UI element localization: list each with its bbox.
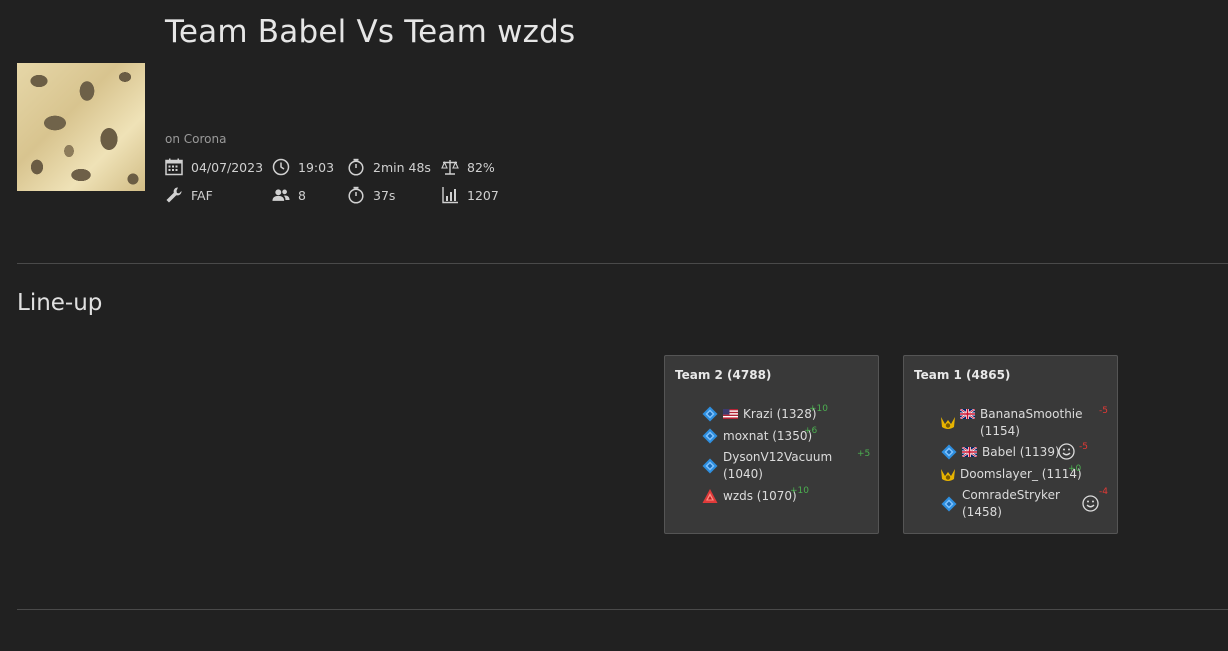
aeon-faction-icon	[702, 458, 718, 474]
player-rating: (1040)	[723, 467, 763, 481]
bar-chart-icon	[442, 187, 458, 204]
us-flag-icon	[723, 409, 738, 419]
duration-value: 2min 48s	[373, 159, 431, 175]
divider	[17, 609, 1228, 610]
stopwatch-icon	[348, 158, 364, 176]
player-rating: (1458)	[962, 505, 1002, 519]
rating-delta: +6	[804, 426, 818, 436]
player-row[interactable]: DysonV12Vacuum (1040)	[723, 449, 832, 483]
player-name: DysonV12Vacuum	[723, 450, 833, 464]
rating-delta: +10	[790, 486, 809, 496]
time-secondary-value: 37s	[373, 187, 396, 203]
gb-flag-icon	[960, 409, 975, 419]
player-row[interactable]: BananaSmoothie (1154)	[960, 406, 1083, 440]
seraphim-faction-icon	[941, 417, 955, 429]
mod-value: FAF	[191, 187, 213, 203]
people-icon	[272, 189, 290, 201]
balance-value: 82%	[467, 159, 495, 175]
player-row[interactable]: moxnat (1350)	[723, 428, 812, 445]
clock-icon	[272, 158, 290, 176]
player-row[interactable]: Krazi (1328)	[723, 406, 817, 423]
mod-info: FAF	[165, 185, 213, 205]
aeon-faction-icon	[702, 406, 718, 422]
player-name: Babel (1139)	[982, 445, 1060, 459]
time-value: 19:03	[298, 159, 335, 175]
time-info-secondary: 37s	[347, 185, 395, 205]
team-card-team-1: Team 1 (4865) BananaSmoothie (1154) -5 B…	[903, 355, 1118, 534]
player-name: Krazi (1328)	[743, 407, 817, 421]
player-row[interactable]: Babel (1139)	[962, 444, 1060, 461]
player-name: moxnat (1350)	[723, 429, 813, 443]
map-name: on Corona	[165, 132, 227, 146]
smiley-avatar-icon	[1058, 443, 1075, 460]
player-name: BananaSmoothie	[980, 407, 1083, 421]
duration-info: 2min 48s	[347, 157, 431, 177]
aeon-faction-icon	[941, 496, 957, 512]
players-info: 8	[272, 185, 306, 205]
team-title: Team 1 (4865)	[914, 368, 1011, 382]
team-title: Team 2 (4788)	[675, 368, 772, 382]
gb-flag-icon	[962, 447, 977, 457]
rating-delta: +10	[809, 404, 828, 414]
rating-info: 1207	[441, 185, 499, 205]
stopwatch-icon	[348, 186, 364, 204]
date-value: 04/07/2023	[191, 159, 264, 175]
rating-value: 1207	[467, 187, 499, 203]
lineup-heading: Line-up	[17, 290, 103, 316]
calendar-icon	[165, 158, 183, 176]
player-row[interactable]: wzds (1070)	[723, 488, 797, 505]
player-name: wzds (1070)	[723, 489, 797, 503]
balance-info: 82%	[441, 157, 495, 177]
scale-icon	[441, 160, 459, 175]
aeon-faction-icon	[702, 428, 718, 444]
time-info: 19:03	[272, 157, 334, 177]
seraphim-faction-icon	[941, 469, 955, 481]
rating-delta: -5	[1099, 406, 1108, 416]
rating-delta: +0	[1068, 464, 1082, 474]
wrench-icon	[166, 187, 182, 203]
player-row[interactable]: ComradeStryker (1458)	[962, 487, 1060, 521]
rating-delta: -4	[1099, 487, 1108, 497]
rating-delta: +5	[857, 449, 871, 459]
aeon-faction-icon	[941, 444, 957, 460]
player-row[interactable]: Doomslayer_ (1114)	[960, 466, 1082, 483]
smiley-avatar-icon	[1082, 495, 1099, 512]
divider	[17, 263, 1228, 264]
game-title: Team Babel Vs Team wzds	[165, 14, 576, 50]
rating-delta: -5	[1079, 442, 1088, 452]
date-info: 04/07/2023	[165, 157, 263, 177]
cybran-faction-icon	[702, 489, 718, 503]
player-name: Doomslayer_ (1114)	[960, 467, 1082, 481]
player-rating: (1154)	[980, 424, 1020, 438]
player-name: ComradeStryker	[962, 488, 1060, 502]
map-preview-image	[17, 63, 145, 191]
players-value: 8	[298, 187, 306, 203]
team-card-team-2: Team 2 (4788) Krazi (1328) +10 moxnat (1…	[664, 355, 879, 534]
